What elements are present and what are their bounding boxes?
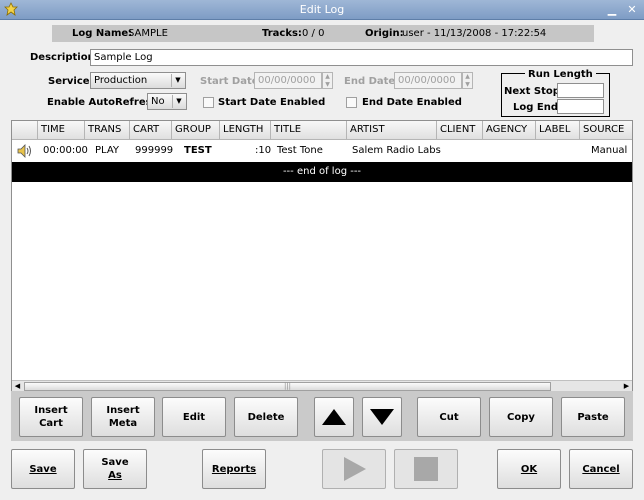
end-date-enabled-label: End Date Enabled (362, 97, 462, 108)
column-header-length[interactable]: LENGTH (220, 121, 271, 140)
save-as-button[interactable]: Save As (83, 449, 147, 489)
save-as-label-2: As (108, 470, 122, 481)
stop-button[interactable] (394, 449, 458, 489)
paste-button[interactable]: Paste (561, 397, 625, 437)
window-title: Edit Log (299, 3, 345, 16)
end-date-enabled-checkbox[interactable] (346, 97, 357, 108)
save-button[interactable]: Save (11, 449, 75, 489)
insert-meta-label-2: Meta (108, 418, 138, 429)
service-label: Service: (48, 76, 94, 87)
save-as-label-1: Save (101, 457, 129, 468)
cancel-button[interactable]: Cancel (569, 449, 633, 489)
log-name-label: Log Name: (72, 28, 133, 39)
autorefresh-value: No (151, 96, 165, 107)
log-end-label: Log End: (513, 102, 562, 113)
insert-cart-label-1: Insert (34, 405, 68, 416)
tracks-value: 0 / 0 (302, 28, 325, 39)
cell-group: TEST (184, 145, 212, 156)
move-down-button[interactable] (362, 397, 402, 437)
cell-client (439, 141, 442, 160)
cell-title: Test Tone (277, 145, 323, 156)
next-stop-field (557, 83, 604, 98)
triangle-up-icon (322, 409, 346, 425)
cell-artist: Salem Radio Labs (352, 145, 441, 156)
next-stop-label: Next Stop: (504, 86, 564, 97)
play-button[interactable] (322, 449, 386, 489)
column-header-client[interactable]: CLIENT (437, 121, 483, 140)
speaker-icon (17, 144, 31, 158)
triangle-down-icon (370, 409, 394, 425)
column-header-time[interactable]: TIME (38, 121, 85, 140)
cancel-label: Cancel (582, 463, 620, 475)
chevron-down-icon: ▼ (171, 74, 184, 87)
autorefresh-label: Enable AutoRefresh: (47, 97, 163, 108)
column-header-cart[interactable]: CART (130, 121, 172, 140)
move-up-button[interactable] (314, 397, 354, 437)
log-name-value: SAMPLE (128, 28, 168, 39)
cell-cart: 999999 (135, 145, 174, 156)
column-header-trans[interactable]: TRANS (85, 121, 130, 140)
start-date-field[interactable]: 00/00/0000 (254, 72, 322, 89)
reports-button[interactable]: Reports (202, 449, 266, 489)
chevron-down-icon: ▼ (172, 95, 185, 108)
column-header-label[interactable]: LABEL (536, 121, 580, 140)
title-bar[interactable]: Edit Log (0, 0, 644, 20)
cell-length: :10 (255, 145, 272, 156)
save-label: Save (29, 463, 57, 475)
column-header-icon[interactable] (12, 121, 38, 140)
description-field[interactable]: Sample Log (90, 49, 633, 66)
copy-button[interactable]: Copy (489, 397, 553, 437)
autorefresh-select[interactable]: No ▼ (147, 93, 187, 110)
column-header-source[interactable]: SOURCE (580, 121, 632, 140)
log-end-field (557, 99, 604, 114)
tracks-label: Tracks: (262, 28, 302, 39)
insert-meta-label-1: Insert (106, 405, 140, 416)
log-info-bar: Log Name: SAMPLE Tracks: 0 / 0 Origin: u… (52, 25, 594, 42)
cell-label (538, 141, 541, 160)
column-header-agency[interactable]: AGENCY (483, 121, 536, 140)
end-date-label: End Date: (344, 76, 400, 87)
edit-button[interactable]: Edit (162, 397, 226, 437)
horizontal-scrollbar[interactable]: ◀ ||| ▶ (12, 380, 632, 391)
cell-trans: PLAY (95, 145, 120, 156)
end-of-log-row[interactable]: --- end of log --- (12, 162, 632, 182)
service-select[interactable]: Production ▼ (90, 72, 186, 89)
log-table[interactable]: TIME TRANS CART GROUP LENGTH TITLE ARTIS… (11, 120, 633, 392)
end-date-spinner[interactable]: ▲ ▼ (462, 72, 473, 89)
column-header-group[interactable]: GROUP (172, 121, 220, 140)
ok-button[interactable]: OK (497, 449, 561, 489)
app-icon (4, 2, 18, 16)
table-row[interactable]: 00:00:00 PLAY 999999 TEST :10 Test Tone … (12, 141, 632, 161)
delete-button[interactable]: Delete (234, 397, 298, 437)
start-date-enabled-label: Start Date Enabled (218, 97, 326, 108)
minimize-icon[interactable]: ▁ (604, 2, 620, 18)
play-icon (344, 457, 366, 481)
origin-value: user - 11/13/2008 - 17:22:54 (402, 28, 547, 39)
stop-icon (414, 457, 438, 481)
cell-source: Manual (591, 145, 628, 156)
end-date-field[interactable]: 00/00/0000 (394, 72, 462, 89)
run-length-title: Run Length (525, 69, 596, 80)
column-header-title[interactable]: TITLE (271, 121, 347, 140)
service-value: Production (94, 75, 148, 86)
reports-label: Reports (211, 463, 257, 475)
cut-button[interactable]: Cut (417, 397, 481, 437)
start-date-spinner[interactable]: ▲ ▼ (322, 72, 333, 89)
column-header-artist[interactable]: ARTIST (347, 121, 437, 140)
close-icon[interactable]: ✕ (624, 2, 640, 18)
ok-label: OK (520, 463, 538, 475)
cell-agency (485, 141, 488, 160)
insert-meta-button[interactable]: Insert Meta (91, 397, 155, 437)
origin-label: Origin: (365, 28, 404, 39)
insert-cart-label-2: Cart (39, 418, 63, 429)
cell-time: 00:00:00 (43, 145, 88, 156)
start-date-enabled-checkbox[interactable] (203, 97, 214, 108)
insert-cart-button[interactable]: Insert Cart (19, 397, 83, 437)
scrollbar-thumb[interactable]: ||| (24, 382, 551, 391)
description-label: Description: (30, 52, 99, 63)
